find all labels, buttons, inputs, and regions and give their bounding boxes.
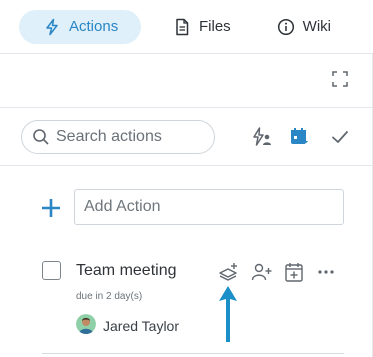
search-icon xyxy=(32,128,50,146)
tab-files[interactable]: Files xyxy=(173,10,231,44)
add-icon[interactable] xyxy=(40,197,62,219)
tab-actions[interactable]: Actions xyxy=(19,9,141,44)
checkmark-icon[interactable] xyxy=(329,126,351,148)
divider xyxy=(0,165,373,166)
info-circle-icon xyxy=(277,18,295,36)
action-checkbox[interactable] xyxy=(42,261,61,280)
tab-label: Wiki xyxy=(302,18,331,35)
tab-wiki[interactable]: Wiki xyxy=(277,10,331,44)
file-icon xyxy=(173,18,191,36)
layers-add-icon[interactable] xyxy=(218,261,240,283)
divider xyxy=(42,353,344,354)
more-icon[interactable] xyxy=(315,261,337,283)
action-title[interactable]: Team meeting xyxy=(76,262,177,280)
avatar xyxy=(76,314,96,334)
assignee-name: Jared Taylor xyxy=(103,318,180,334)
divider xyxy=(0,53,373,54)
lightning-icon xyxy=(43,18,61,36)
tab-bar: Actions Files Wiki xyxy=(0,0,373,53)
add-action-input[interactable] xyxy=(74,189,344,225)
search-input[interactable] xyxy=(56,128,206,146)
search-box[interactable] xyxy=(21,120,215,154)
add-user-icon[interactable] xyxy=(251,261,273,283)
calendar-add-icon[interactable] xyxy=(283,261,305,283)
divider xyxy=(0,107,373,108)
tab-label: Actions xyxy=(69,18,119,35)
expand-icon[interactable] xyxy=(331,70,349,88)
due-text: due in 2 day(s) xyxy=(76,291,143,302)
calendar-filter-icon[interactable] xyxy=(289,126,311,148)
tab-label: Files xyxy=(199,18,231,35)
annotation-arrow-icon xyxy=(216,284,240,344)
assigned-actions-icon[interactable] xyxy=(251,126,273,148)
